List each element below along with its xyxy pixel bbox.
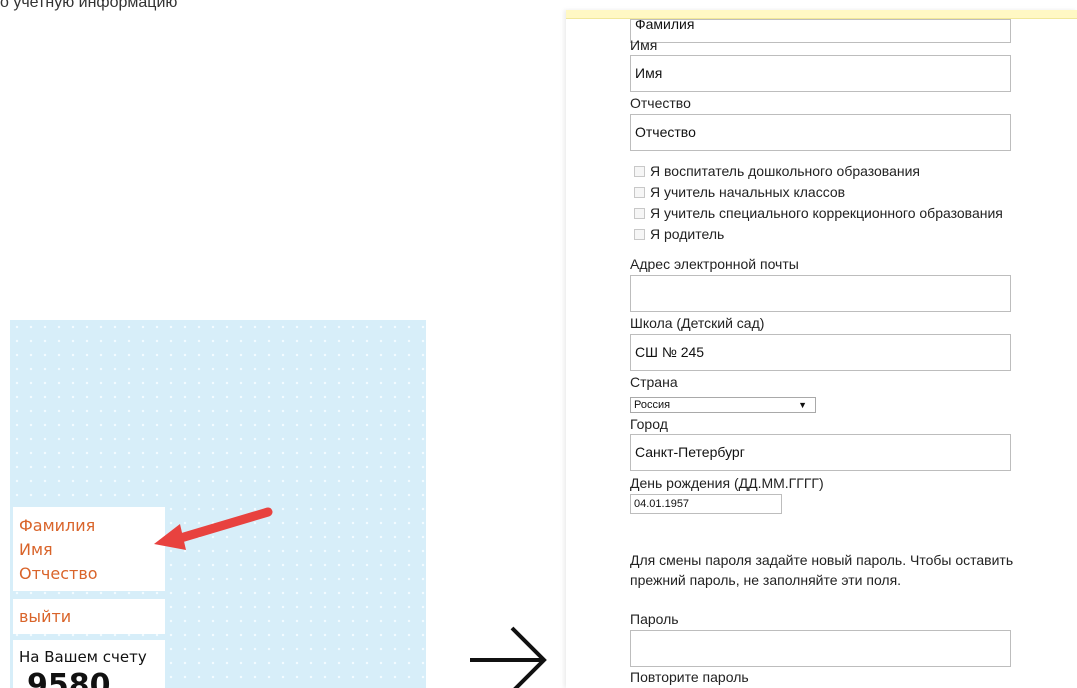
patronymic-label: Отчество (630, 95, 691, 111)
account-label: На Вашем счету (19, 648, 147, 666)
country-selected-value: Россия (634, 399, 671, 411)
profile-form: Фамилия Имя Имя Отчество Отчество Я восп… (566, 10, 1077, 688)
school-label: Школа (Детский сад) (630, 315, 765, 331)
city-label: Город (630, 416, 668, 432)
instruction-text: о учетную информацию (0, 0, 178, 11)
name-input[interactable]: Имя (630, 55, 1011, 92)
role-parent-label: Я родитель (650, 226, 725, 242)
role-primary-checkbox[interactable]: Я учитель начальных классов (634, 184, 845, 200)
account-balance-card: На Вашем счету 9580 (13, 640, 165, 688)
checkbox-icon[interactable] (634, 186, 645, 198)
right-arrow-icon (470, 626, 547, 688)
logout-link[interactable]: выйти (13, 599, 165, 634)
role-special-label: Я учитель специального коррекционного об… (650, 205, 1003, 221)
password-input[interactable] (630, 630, 1011, 667)
red-arrow-icon (154, 507, 273, 550)
patronymic-input[interactable]: Отчество (630, 114, 1011, 151)
password-label: Пароль (630, 611, 679, 627)
name-label: Имя (630, 37, 658, 53)
checkbox-icon[interactable] (634, 228, 645, 240)
birthday-label: День рождения (ДД.ММ.ГГГГ) (630, 475, 824, 491)
surname-input[interactable]: Фамилия (630, 19, 1011, 43)
role-parent-checkbox[interactable]: Я родитель (634, 226, 724, 242)
checkbox-icon[interactable] (634, 207, 645, 219)
checkbox-icon[interactable] (634, 165, 645, 177)
country-label: Страна (630, 374, 678, 390)
country-select[interactable]: Россия ▼ (630, 397, 816, 413)
email-label: Адрес электронной почты (630, 256, 799, 272)
role-preschool-label: Я воспитатель дошкольного образования (650, 163, 920, 179)
user-surname[interactable]: Фамилия (19, 514, 165, 538)
role-primary-label: Я учитель начальных классов (650, 184, 846, 200)
user-first-name[interactable]: Имя (19, 538, 165, 562)
city-input[interactable]: Санкт-Петербург (630, 434, 1011, 471)
birthday-input[interactable]: 04.01.1957 (630, 494, 782, 514)
account-balance: 9580 (27, 668, 111, 688)
repeat-password-label: Повторите пароль (630, 669, 749, 685)
dropdown-caret-icon: ▼ (798, 400, 807, 410)
role-special-checkbox[interactable]: Я учитель специального коррекционного об… (634, 205, 1003, 221)
user-name-card[interactable]: Фамилия Имя Отчество (13, 507, 165, 591)
role-preschool-checkbox[interactable]: Я воспитатель дошкольного образования (634, 163, 920, 179)
school-input[interactable]: СШ № 245 (630, 334, 1011, 371)
form-top-bar (566, 10, 1077, 19)
password-note: Для смены пароля задайте новый пароль. Ч… (630, 552, 1014, 588)
user-patronymic[interactable]: Отчество (19, 562, 165, 586)
email-input[interactable] (630, 275, 1011, 312)
